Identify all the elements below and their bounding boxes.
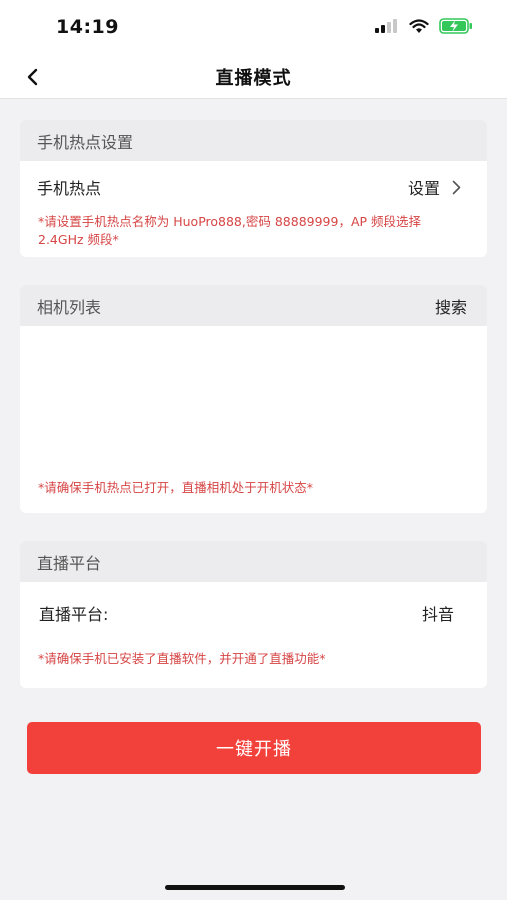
hotspot-card-title: 手机热点设置 — [37, 132, 134, 152]
status-icons — [375, 18, 473, 34]
hotspot-settings-link[interactable]: 设置 — [408, 175, 461, 199]
hotspot-settings-card: 手机热点设置 手机热点 设置 *请设置手机热点名称为 HuoPro888,密码 … — [20, 120, 487, 257]
camera-card-header: 相机列表 搜索 — [20, 285, 487, 326]
start-live-button[interactable]: 一键开播 — [27, 722, 481, 774]
platform-card-title: 直播平台 — [37, 553, 102, 573]
camera-list — [20, 326, 487, 479]
live-platform-card: 直播平台 直播平台: 抖音 *请确保手机已安装了直播软件，并开通了直播功能* — [20, 541, 487, 688]
camera-list-card: 相机列表 搜索 *请确保手机热点已打开，直播相机处于开机状态* — [20, 285, 487, 513]
hotspot-card-header: 手机热点设置 — [20, 120, 487, 161]
chevron-right-icon — [452, 180, 461, 194]
platform-note: *请确保手机已安装了直播软件，并开通了直播功能* — [38, 651, 326, 666]
hotspot-note: *请设置手机热点名称为 HuoPro888,密码 88889999，AP 频段选… — [38, 214, 422, 247]
search-button[interactable]: 搜索 — [435, 294, 467, 318]
camera-card-title: 相机列表 — [37, 297, 102, 317]
platform-row[interactable]: 直播平台: 抖音 — [20, 582, 487, 644]
home-indicator — [165, 885, 345, 890]
cellular-signal-icon — [375, 19, 397, 33]
battery-charging-icon — [439, 18, 472, 34]
status-time: 14:19 — [56, 16, 119, 38]
status-bar: 14:19 — [0, 0, 507, 56]
camera-note: *请确保手机热点已打开，直播相机处于开机状态* — [38, 480, 314, 495]
hotspot-settings-label: 设置 — [407, 179, 440, 198]
platform-card-header: 直播平台 — [20, 541, 487, 582]
hotspot-row-label: 手机热点 — [37, 179, 102, 198]
hotspot-row[interactable]: 手机热点 设置 — [20, 161, 487, 213]
nav-bar: 直播模式 — [0, 56, 507, 99]
page-title: 直播模式 — [215, 68, 292, 89]
platform-row-label: 直播平台: — [39, 605, 109, 624]
platform-value: 抖音 — [421, 605, 454, 624]
wifi-icon — [409, 18, 429, 33]
